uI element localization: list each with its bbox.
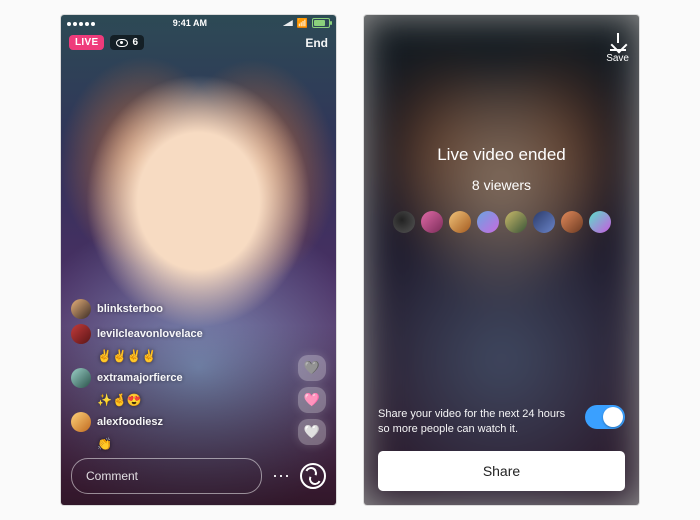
avatar [71, 368, 91, 388]
end-live-button[interactable]: End [305, 36, 328, 50]
status-time: 9:41 AM [173, 18, 207, 28]
live-header: LIVE 6 End [69, 35, 328, 50]
wifi-icon: 📶 [297, 18, 308, 29]
ended-viewer-count: 8 viewers [364, 177, 639, 193]
signal-dots-icon [67, 18, 97, 28]
live-badge: LIVE [69, 35, 104, 50]
comment-row[interactable]: alexfoodiesz [71, 412, 266, 432]
comment-row[interactable]: blinksterboo [71, 299, 266, 319]
save-button[interactable]: Save [606, 35, 629, 64]
avatar [71, 324, 91, 344]
comment-username: levilcleavonlovelace [97, 328, 203, 340]
comment-username: extramajorfierce [97, 372, 183, 384]
comment-username: alexfoodiesz [97, 416, 163, 428]
more-options-icon[interactable]: ⋯ [272, 467, 290, 485]
viewer-avatar[interactable] [477, 211, 499, 233]
comment-username: blinksterboo [97, 303, 163, 315]
eye-icon [116, 39, 128, 47]
viewer-avatar[interactable] [421, 211, 443, 233]
viewer-avatar[interactable] [505, 211, 527, 233]
viewer-avatar[interactable] [561, 211, 583, 233]
cell-signal-icon [283, 20, 293, 26]
switch-camera-icon[interactable] [300, 463, 326, 489]
comment-reaction: ✨🤞😍 [71, 393, 266, 407]
viewer-avatar[interactable] [589, 211, 611, 233]
viewer-count-badge[interactable]: 6 [110, 35, 144, 50]
comment-input[interactable] [71, 458, 262, 494]
heart-bubble: 🩷 [298, 387, 326, 413]
status-right-cluster: 📶 [283, 18, 330, 29]
ended-summary: Live video ended 8 viewers [364, 145, 639, 233]
avatar [71, 412, 91, 432]
two-phone-promo: 9:41 AM 📶 LIVE 6 End blinksterboo levil [0, 0, 700, 520]
live-comments: blinksterboo levilcleavonlovelace ✌️✌️✌️… [71, 299, 266, 451]
share-toggle[interactable] [585, 405, 625, 429]
avatar [71, 299, 91, 319]
viewer-count: 6 [132, 37, 138, 48]
heart-bubble: 🤍 [298, 419, 326, 445]
comment-row[interactable]: levilcleavonlovelace [71, 324, 266, 344]
comment-row[interactable]: extramajorfierce [71, 368, 266, 388]
save-label: Save [606, 53, 629, 64]
comment-reaction: ✌️✌️✌️✌️ [71, 349, 266, 363]
comment-reaction: 👏 [71, 437, 266, 451]
ended-title: Live video ended [364, 145, 639, 165]
phone-live-ended: Save Live video ended 8 viewers Share yo… [364, 15, 639, 505]
ios-status-bar: 9:41 AM 📶 [61, 15, 336, 31]
share-button[interactable]: Share [378, 451, 625, 491]
viewer-avatar-row [364, 211, 639, 233]
viewer-avatar[interactable] [393, 211, 415, 233]
battery-icon [312, 18, 330, 28]
floating-reactions: 🩶 🩷 🤍 [298, 355, 326, 445]
phone-live-broadcast: 9:41 AM 📶 LIVE 6 End blinksterboo levil [61, 15, 336, 505]
download-icon [610, 35, 626, 51]
heart-bubble: 🩶 [298, 355, 326, 381]
viewer-avatar[interactable] [533, 211, 555, 233]
viewer-avatar[interactable] [449, 211, 471, 233]
comment-bar: ⋯ [71, 459, 326, 493]
share-block: Share your video for the next 24 hours s… [378, 407, 625, 491]
